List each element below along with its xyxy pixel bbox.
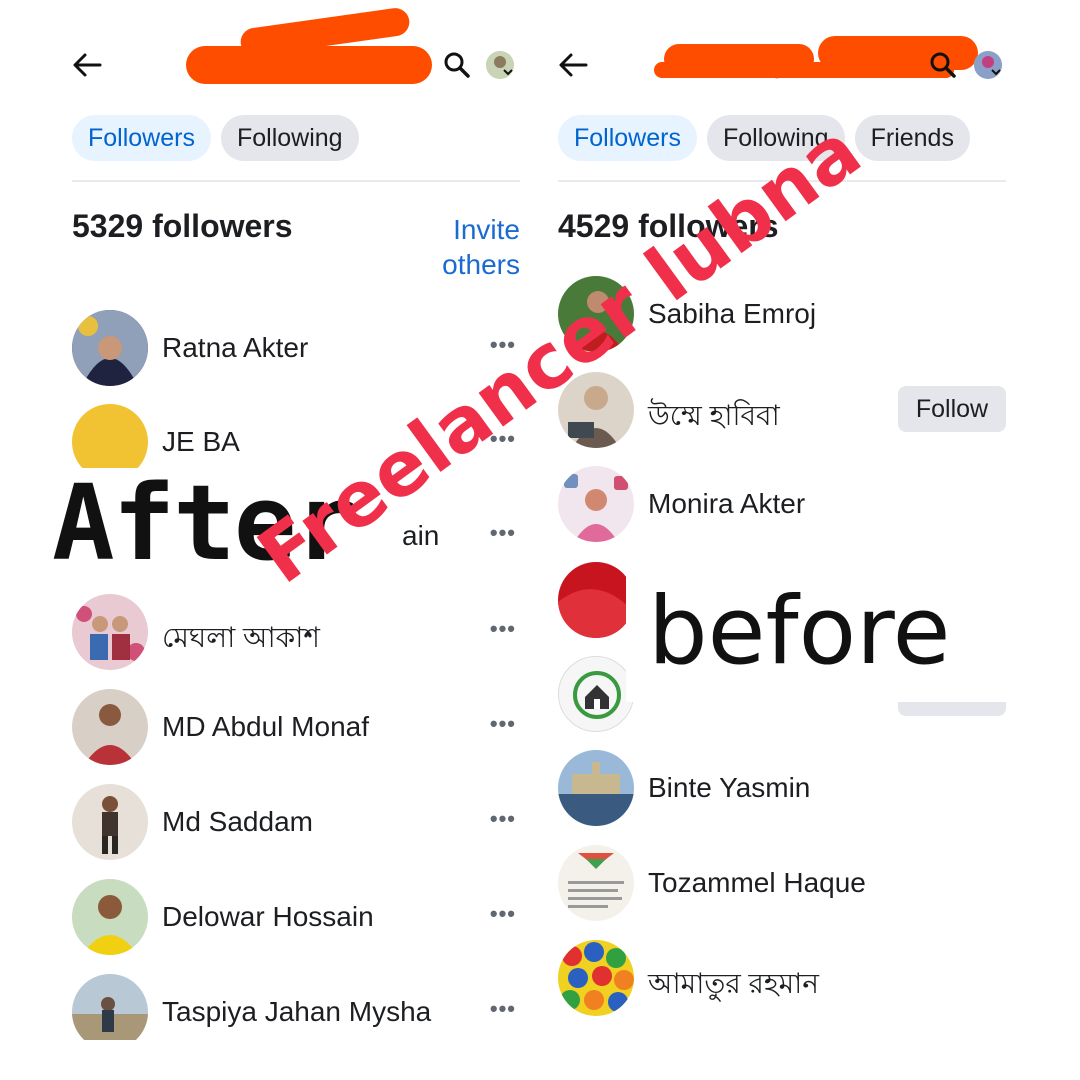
search-icon[interactable] [442,50,472,80]
list-item[interactable]: মেঘলা আকাশ ••• [72,594,520,674]
more-options-icon[interactable]: ••• [490,616,516,642]
more-options-icon[interactable]: ••• [490,901,516,927]
follower-name: Delowar Hossain [162,901,374,932]
profile-avatar[interactable] [974,51,1002,79]
tab-friends[interactable]: Friends [854,115,970,161]
tab-followers[interactable]: Followers [72,115,211,161]
follower-name: Tozammel Haque [648,867,866,898]
avatar [558,562,634,638]
follower-name: Taspiya Jahan Mysha [162,996,432,1027]
list-item[interactable]: MD Abdul Monaf ••• [72,689,520,769]
avatar [72,689,148,765]
more-options-icon[interactable]: ••• [490,996,516,1022]
divider [72,180,520,182]
more-options-icon[interactable]: ••• [490,711,516,737]
avatar [72,974,148,1040]
follower-name: আমাতুর রহমান [648,968,820,999]
search-icon[interactable] [928,50,958,80]
avatar [72,310,148,386]
tab-bar: Followers Following [72,115,359,161]
follow-button[interactable]: Follow [898,386,1006,432]
list-item[interactable]: আমাতুর রহমান [558,940,1006,1020]
redaction-mark [186,46,432,84]
top-bar: lk Si [546,36,1006,90]
top-bar [60,6,520,90]
follower-name: উম্মে হাবিবা [648,400,780,431]
avatar [72,594,148,670]
more-options-icon[interactable]: ••• [490,520,516,546]
profile-avatar[interactable] [486,51,514,79]
list-item[interactable]: উম্মে হাবিবা Follow [558,372,1006,452]
tab-following[interactable]: Following [220,115,359,161]
list-item[interactable]: Monira Akter [558,466,1006,546]
invite-others-link[interactable]: Invite others [420,212,520,282]
tab-followers[interactable]: Followers [558,115,697,161]
follower-name: JE BA [162,426,240,457]
follower-name: MD Abdul Monaf [162,711,369,742]
before-label: before [626,572,1028,702]
avatar [558,656,634,732]
followers-count: 5329 followers [72,208,293,244]
avatar [72,784,148,860]
more-options-icon[interactable]: ••• [490,806,516,832]
avatar [72,879,148,955]
avatar [558,940,634,1016]
list-item[interactable]: Delowar Hossain ••• [72,879,520,959]
list-item[interactable]: Md Saddam ••• [72,784,520,864]
follower-name: Monira Akter [648,488,806,519]
list-item[interactable]: Taspiya Jahan Mysha ••• [72,974,520,1040]
redaction-mark [654,62,954,78]
list-item[interactable]: Binte Yasmin [558,750,1006,830]
back-arrow-icon[interactable] [70,48,104,82]
avatar [558,466,634,542]
follower-name: Md Saddam [162,806,313,837]
follower-name: Binte Yasmin [648,772,811,803]
follower-name: ain [402,520,440,551]
avatar [558,750,634,826]
list-item[interactable]: Tozammel Haque [558,845,1006,925]
back-arrow-icon[interactable] [556,48,590,82]
avatar [558,845,634,921]
follower-name: মেঘলা আকাশ [162,622,320,653]
follower-name: Ratna Akter [162,332,309,363]
